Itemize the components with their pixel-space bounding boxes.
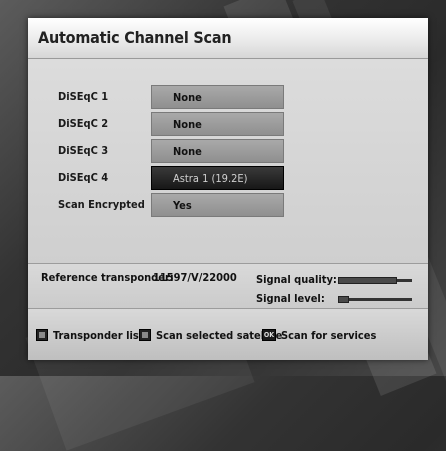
signal-level-fill [338,296,349,303]
setting-label: DiSEqC 1 [58,90,109,103]
scan-for-services-hint[interactable]: OK Scan for services [262,328,376,342]
setting-row-diseqc3[interactable]: DiSEqC 3 None [28,139,428,163]
signal-info-area: Reference transponder: 11597/V/22000 Sig… [28,264,428,308]
setting-row-diseqc2[interactable]: DiSEqC 2 None [28,112,428,136]
setting-label: Scan Encrypted [58,198,145,211]
setting-value-field-selected[interactable]: Astra 1 (19.2E) [151,166,284,190]
dialog-titlebar: Automatic Channel Scan [28,18,428,59]
setting-label: DiSEqC 3 [58,144,109,157]
setting-value-field[interactable]: None [151,85,284,109]
setting-value-field[interactable]: None [151,139,284,163]
dialog-title: Automatic Channel Scan [38,28,232,47]
signal-quality-bar [338,277,412,284]
setting-row-diseqc1[interactable]: DiSEqC 1 None [28,85,428,109]
transponder-list-hint[interactable]: Transponder list [36,328,144,342]
signal-quality-label: Signal quality: [256,273,337,286]
footer-hints: Transponder list Scan selected satellite… [28,309,428,360]
hint-label: Transponder list [53,328,144,342]
setting-row-scan-encrypted[interactable]: Scan Encrypted Yes [28,193,428,217]
setting-row-diseqc4[interactable]: DiSEqC 4 Astra 1 (19.2E) [28,166,428,190]
setting-label: DiSEqC 4 [58,171,109,184]
setting-value-field[interactable]: Yes [151,193,284,217]
setting-value-field[interactable]: None [151,112,284,136]
green-key-icon [139,329,151,341]
settings-area: DiSEqC 1 None DiSEqC 2 None DiSEqC 3 Non… [28,59,428,263]
signal-level-label: Signal level: [256,292,325,305]
reference-transponder-value: 11597/V/22000 [153,271,237,284]
scan-selected-satellite-hint[interactable]: Scan selected satellite [139,328,282,342]
signal-level-bar [338,296,412,303]
ok-key-icon: OK [262,329,276,341]
red-key-icon [36,329,48,341]
signal-quality-fill [338,277,397,284]
setting-label: DiSEqC 2 [58,117,109,130]
scan-dialog: Automatic Channel Scan DiSEqC 1 None DiS… [28,18,428,360]
hint-label: Scan for services [281,328,377,342]
